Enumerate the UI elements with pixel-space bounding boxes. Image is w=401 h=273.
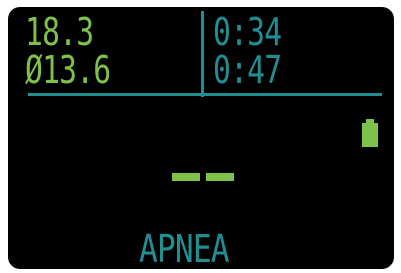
vertical-divider	[201, 11, 204, 97]
top-right-value: 0:34	[213, 10, 282, 54]
top-left-value: 18.3	[25, 10, 94, 54]
bottom-right-value: 0:47	[213, 48, 282, 92]
dive-computer-display: 18.3 Ø13.6 0:34 0:47 -- APNEA	[8, 7, 394, 269]
center-placeholder-dashes: --	[172, 173, 234, 181]
dash-left	[172, 173, 200, 181]
battery-icon	[362, 119, 378, 147]
bottom-left-value: Ø13.6	[25, 48, 111, 92]
dash-right	[206, 173, 234, 181]
horizontal-divider	[28, 93, 382, 96]
mode-label: APNEA	[139, 227, 230, 269]
